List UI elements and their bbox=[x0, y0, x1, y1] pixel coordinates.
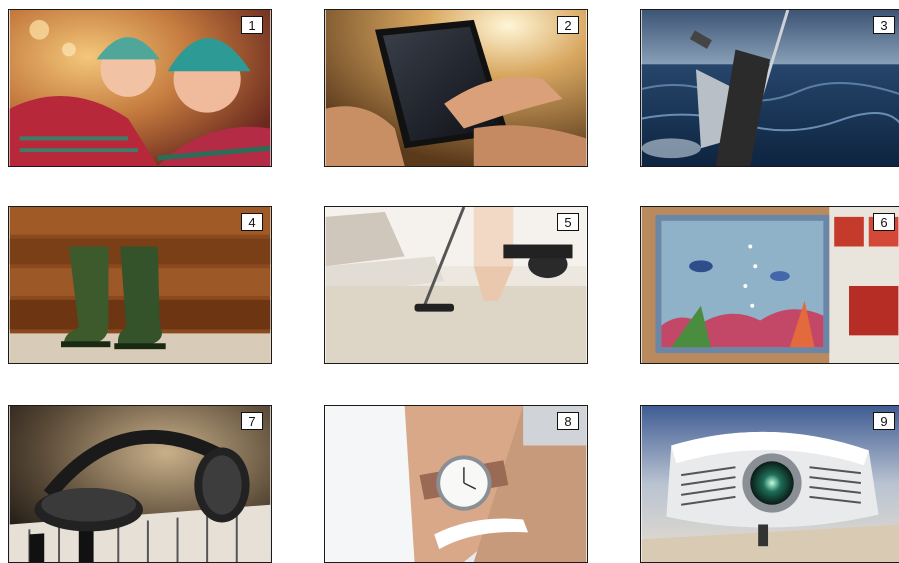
image-number-badge: 1 bbox=[241, 16, 263, 34]
fishing-sea-photo bbox=[641, 10, 899, 166]
image-number-badge: 3 bbox=[873, 16, 895, 34]
vacuum-carpet-photo bbox=[325, 207, 587, 363]
image-number-badge: 4 bbox=[241, 213, 263, 231]
smartphone-photo bbox=[325, 10, 587, 166]
image-tile-5[interactable]: 5 bbox=[324, 206, 588, 364]
image-tile-6[interactable]: 6 bbox=[640, 206, 899, 364]
image-tile-7[interactable]: 7 bbox=[8, 405, 272, 563]
image-number-badge: 8 bbox=[557, 412, 579, 430]
image-tile-3[interactable]: 3 bbox=[640, 9, 899, 167]
image-tile-1[interactable]: 1 bbox=[8, 9, 272, 167]
headphones-photo bbox=[9, 406, 271, 562]
image-number-badge: 2 bbox=[557, 16, 579, 34]
aquarium-photo bbox=[641, 207, 899, 363]
projector-photo bbox=[641, 406, 899, 562]
image-tile-8[interactable]: 8 bbox=[324, 405, 588, 563]
image-tile-9[interactable]: 9 bbox=[640, 405, 899, 563]
image-tile-4[interactable]: 4 bbox=[8, 206, 272, 364]
image-number-badge: 7 bbox=[241, 412, 263, 430]
image-number-badge: 9 bbox=[873, 412, 895, 430]
family-winter-photo bbox=[9, 10, 271, 166]
rubber-boots-photo bbox=[9, 207, 271, 363]
image-tile-2[interactable]: 2 bbox=[324, 9, 588, 167]
image-number-badge: 5 bbox=[557, 213, 579, 231]
image-number-badge: 6 bbox=[873, 213, 895, 231]
wristwatch-photo bbox=[325, 406, 587, 562]
